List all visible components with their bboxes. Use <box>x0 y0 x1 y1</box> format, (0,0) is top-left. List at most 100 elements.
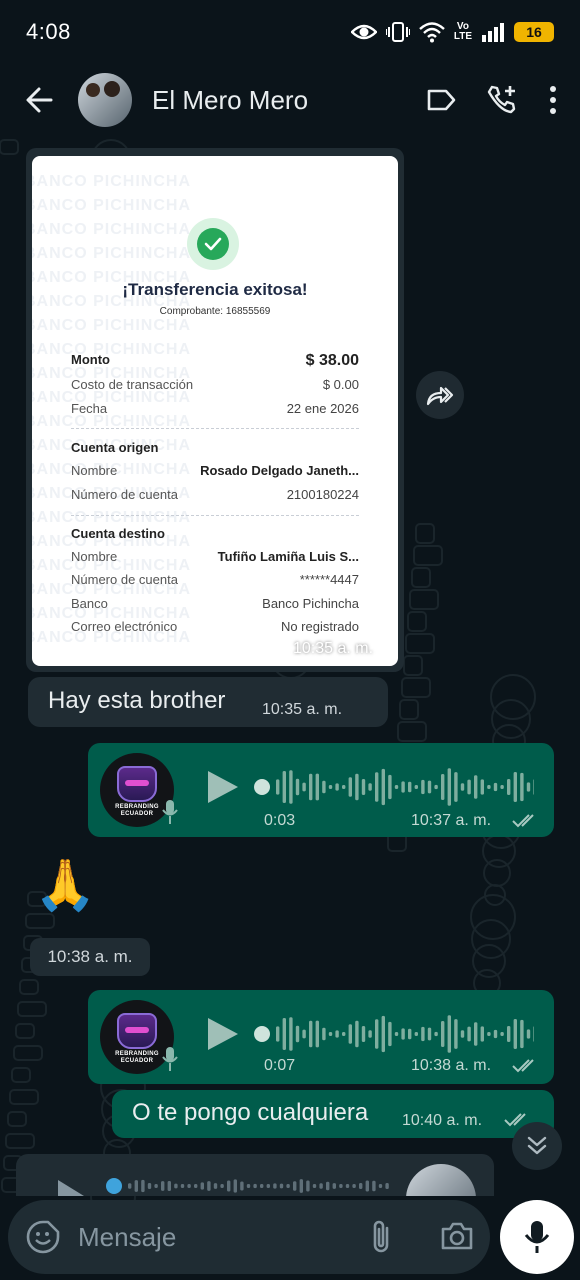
waveform-bar <box>388 1021 392 1047</box>
scroll-to-bottom-button[interactable] <box>512 1122 562 1170</box>
attach-icon[interactable] <box>368 1220 394 1254</box>
play-icon[interactable] <box>206 769 240 805</box>
waveform-bar <box>312 1184 317 1188</box>
origen-nombre-value: Rosado Delgado Janeth... <box>200 463 359 478</box>
emoji-message[interactable]: 🙏 <box>34 856 96 915</box>
contact-name[interactable]: El Mero Mero <box>152 85 308 116</box>
wallpaper-doodle <box>25 913 55 929</box>
wallpaper-doodle <box>17 1001 47 1017</box>
add-call-icon[interactable] <box>486 84 518 116</box>
wallpaper-doodle <box>413 545 443 566</box>
destino-section-title: Cuenta destino <box>71 526 165 541</box>
waveform-scrubber[interactable] <box>106 1178 122 1194</box>
eye-icon <box>350 22 377 42</box>
more-options-icon[interactable] <box>548 85 558 115</box>
voice-waveform[interactable] <box>254 1012 534 1056</box>
correo-row: Correo electrónico No registrado <box>71 619 359 634</box>
message-time: 10:35 a. m. <box>262 701 343 718</box>
waveform-bar <box>460 1030 465 1038</box>
waveform-bar <box>408 781 412 793</box>
waveform-bar <box>441 1020 445 1048</box>
message-composer[interactable]: Mensaje <box>8 1200 490 1274</box>
origen-section-title: Cuenta origen <box>71 440 159 455</box>
incoming-message-bubble[interactable]: Hay esta brother 10:35 a. m. <box>28 677 388 727</box>
watermark-line: BANCO PICHINCHA <box>32 173 191 190</box>
waveform-bar <box>467 1026 471 1042</box>
outgoing-voice-message[interactable]: REBRANDING ECUADOR 0:03 10:37 a. m. <box>88 743 554 837</box>
waveform-bar <box>306 1180 310 1192</box>
wallpaper-doodle <box>490 674 536 720</box>
waveform-bar <box>474 1022 478 1046</box>
contact-avatar[interactable] <box>78 73 132 127</box>
voice-record-button[interactable] <box>500 1200 574 1274</box>
waveform-bar <box>348 1024 352 1044</box>
waveform-scrubber[interactable] <box>254 779 270 795</box>
wallpaper-doodle <box>483 859 511 887</box>
receipt-divider <box>71 515 359 516</box>
wallpaper-doodle <box>11 1067 31 1083</box>
sticker-icon[interactable] <box>26 1220 60 1254</box>
waveform-bar <box>167 1181 171 1191</box>
waveform-bar <box>273 1183 277 1189</box>
waveform-bar <box>276 1026 280 1042</box>
fecha-value: 22 ene 2026 <box>286 401 359 416</box>
battery-icon: 16 <box>514 22 554 42</box>
waveform-bar <box>276 779 280 795</box>
waveform-scrubber[interactable] <box>254 1026 270 1042</box>
waveform-bar <box>134 1180 138 1192</box>
waveform-bar <box>454 1019 458 1049</box>
outgoing-message-bubble[interactable]: O te pongo cualquiera 10:40 a. m. <box>112 1090 554 1138</box>
transfer-receipt-image[interactable]: BANCO PICHINCHA BANCO PICHINCHA BANCO PI… <box>32 156 398 666</box>
receipt-divider <box>71 428 359 429</box>
waveform-bar <box>533 1026 534 1042</box>
waveform-bar <box>286 1184 290 1188</box>
waveform-bar <box>328 785 333 789</box>
waveform-bar <box>381 1015 385 1053</box>
logo-line2: ECUADOR <box>120 1058 154 1064</box>
outgoing-voice-message[interactable]: REBRANDING ECUADOR 0:07 10:38 a. m. <box>88 990 554 1084</box>
wallpaper-doodle <box>397 721 427 742</box>
status-time: 4:08 <box>26 19 71 44</box>
banco-label: Banco <box>71 596 108 611</box>
label-icon[interactable] <box>426 88 456 112</box>
waveform-bar <box>246 1184 251 1188</box>
volte-indicator: Vo LTE <box>454 22 472 42</box>
voice-waveform[interactable] <box>254 765 534 809</box>
waveform-bar <box>414 1032 418 1036</box>
waveform-bar <box>207 1181 211 1191</box>
logo-line1: REBRANDING <box>115 804 159 810</box>
receipt-costo-row: Costo de transacción $ 0.00 <box>71 377 359 392</box>
camera-icon[interactable] <box>440 1221 474 1251</box>
receipt-fecha-row: Fecha 22 ene 2026 <box>71 401 359 416</box>
mic-icon <box>524 1221 550 1253</box>
message-time: 10:35 a. m. <box>293 640 374 657</box>
lte-text: LTE <box>453 31 472 42</box>
back-arrow-icon[interactable] <box>18 79 60 121</box>
waveform-bar <box>339 1184 343 1188</box>
play-icon[interactable] <box>56 1178 86 1196</box>
forward-button[interactable] <box>416 371 464 419</box>
waveform-bar <box>293 1181 297 1191</box>
waveform-bar <box>355 1020 359 1048</box>
message-input[interactable]: Mensaje <box>78 1222 176 1253</box>
waveform-bar <box>355 773 359 801</box>
destino-nombre-row: Nombre Tufiño Lamiña Luis S... <box>71 549 359 564</box>
waveform-bar <box>253 1183 257 1189</box>
waveform-bar <box>266 1184 270 1188</box>
success-check-icon <box>187 218 239 270</box>
waveform-bar <box>507 778 511 796</box>
waveform-bar <box>326 1181 330 1191</box>
avatar-logo-text: REBRANDING ECUADOR <box>115 1051 159 1065</box>
wallpaper-doodle <box>13 1045 43 1061</box>
waveform-bar <box>295 1025 300 1043</box>
waveform-bar <box>352 1184 356 1188</box>
play-icon[interactable] <box>206 1016 240 1052</box>
vibrate-icon <box>385 21 410 43</box>
wallpaper-doodle <box>407 611 427 632</box>
watermark-line: BANCO PICHINCHA <box>32 317 191 334</box>
incoming-voice-message-partial[interactable] <box>16 1154 494 1196</box>
banco-row: Banco Banco Pichincha <box>71 596 359 611</box>
waveform-bar <box>427 1027 432 1041</box>
waveform-bar <box>487 1032 491 1036</box>
waveform-bar <box>513 1018 517 1050</box>
